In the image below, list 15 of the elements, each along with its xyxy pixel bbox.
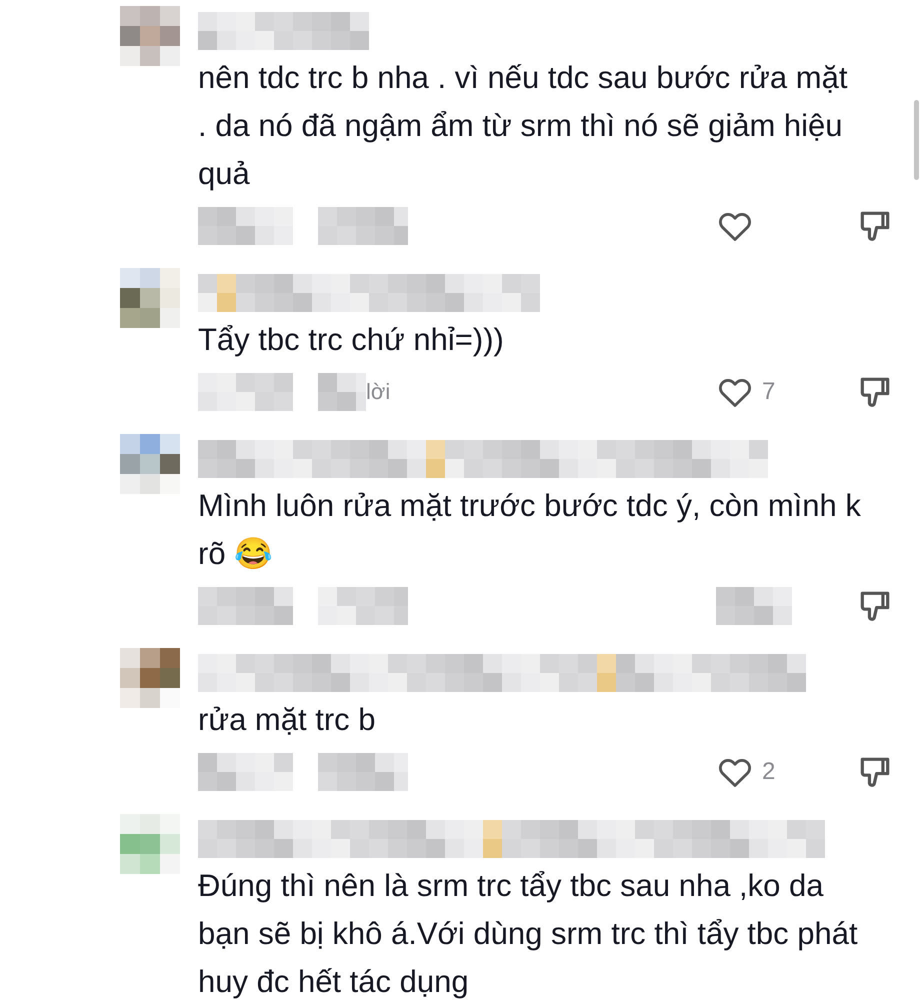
reply-link[interactable]: lời (366, 379, 390, 405)
like-count: 2 (762, 758, 776, 786)
pixelated-avatar (120, 6, 180, 66)
pixelated-avatar (120, 814, 180, 874)
pixelated-avatar (120, 648, 180, 708)
pixelated-avatar (120, 434, 180, 494)
comment-text: rửa mặt trc b (198, 701, 377, 739)
like-count: 7 (762, 378, 776, 406)
scrollbar[interactable] (914, 100, 919, 180)
comment-text: Đúng thì nên là srm trc tẩy tbc sau nha ,ko da bạn sẽ bị khô á.Với dùng srm trc thì tẩy tbc phát huy đc hết tác dụng (198, 867, 859, 1000)
comment-text: Mình luôn rửa mặt trước bước tdc ý, còn mình k rõ 😂 (198, 487, 862, 573)
comment-text: Tẩy tbc trc chứ nhỉ=))) (198, 321, 505, 359)
comment-text: nên tdc trc b nha . vì nếu tdc sau bước rửa mặt . da nó đã ngậm ẩm từ srm thì nó sẽ giảm hiệu quả (198, 59, 848, 193)
pixelated-avatar (120, 268, 180, 328)
pixelated-reply-link (318, 373, 366, 411)
